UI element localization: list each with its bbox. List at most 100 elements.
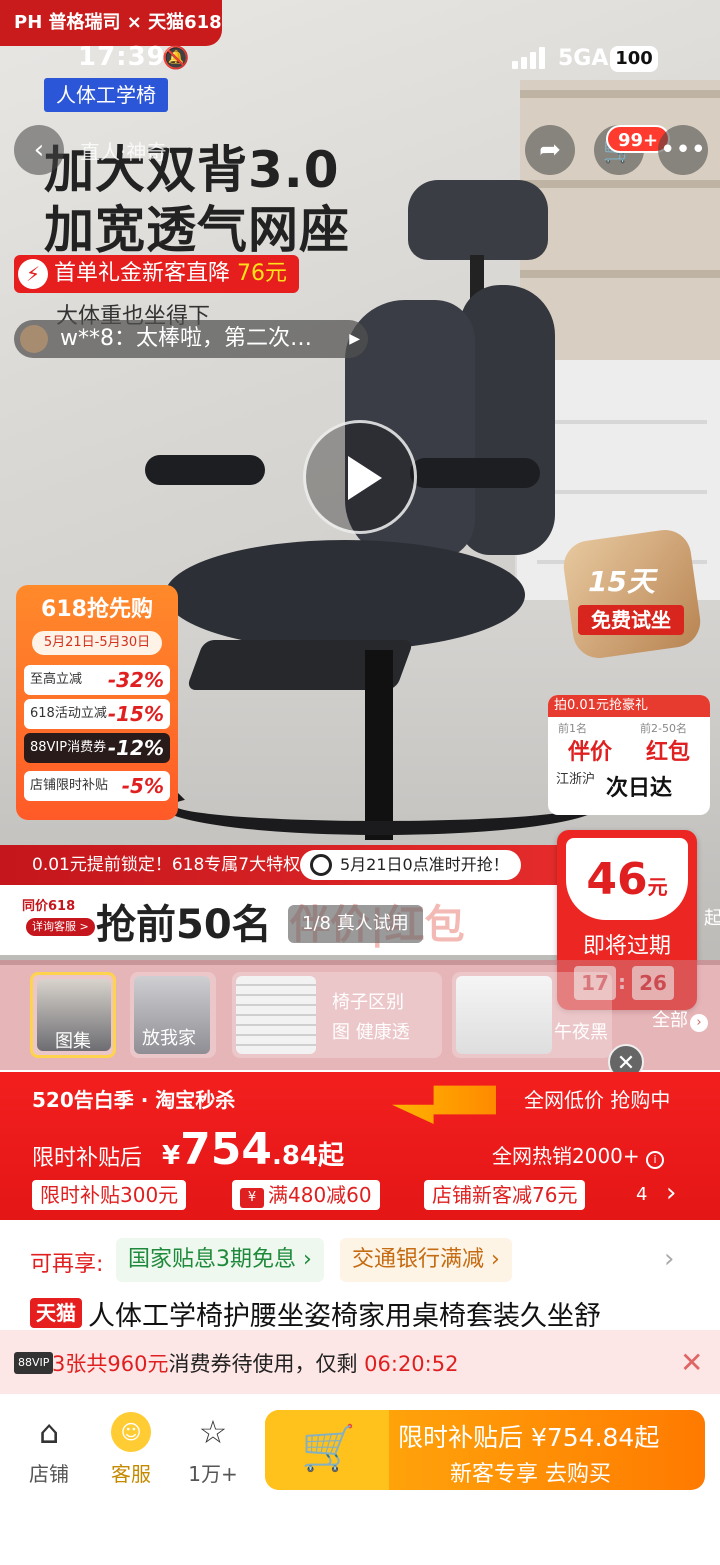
new-customer-promo[interactable]: ⚡ 首单礼金新客直降 76元 [14,255,300,293]
favorite-button[interactable]: ☆ 1万+ [178,1412,248,1487]
thumb-gallery[interactable]: 图集 [30,972,116,1058]
service-icon: ☺ [111,1412,151,1452]
nav-title-overlay: 直人·神奇 [80,140,167,164]
row-label: 店铺限时补贴 [30,778,109,793]
view-all-label: 全部 [652,1010,688,1031]
promo-618-panel: 618抢先购 5月21日-5月30日 -32% 至高立减 -15% 618活动立减 … [16,585,178,820]
bank-benefit[interactable]: 交通银行满减 › [340,1238,512,1282]
more-icon: ••• [659,135,706,165]
vip-badge: 88VIP [14,1352,54,1374]
chevron-right-icon[interactable]: › [666,1178,676,1208]
share-icon: ➦ [539,135,561,165]
cart-plus-icon: 🛒 [301,1423,356,1474]
chair-base [160,775,600,835]
thumb-image [456,976,552,1054]
coupon-expiring-label: 即将过期 [582,934,671,959]
review-text: w**8：太棒啦，第二次… [60,326,312,351]
promo-618-row: -12% 88VIP消费券 [24,733,170,763]
share-button[interactable]: ➦ [525,125,575,175]
price-currency: ¥ [162,1141,181,1171]
benefits-label: 可再享: [30,1252,104,1277]
close-notice-button[interactable]: ✕ [680,1346,703,1379]
subsidy-chip[interactable]: 限时补贴300元 [32,1180,187,1210]
image-counter: 1/8 真人试用 [288,905,423,943]
store-button[interactable]: ⌂ 店铺 [14,1412,84,1487]
more-chips-count: 4 [636,1184,648,1205]
star-icon: ☆ [198,1413,228,1451]
thumb-label: 椅子区别 [332,992,404,1013]
promo-618-title: 618抢先购 [41,597,153,622]
customer-service-button[interactable]: ☺ 客服 [96,1412,166,1487]
notice-countdown: 06:20:52 [364,1352,459,1376]
lightning-icon: ⚡ [18,259,48,289]
chair-seat [165,540,525,650]
price-value: ¥754.84起 [162,1124,344,1175]
row-value: -32% [107,668,164,692]
coupon-face: 46元 [566,838,688,920]
low-price-note: 全网低价 抢购中 [524,1088,671,1112]
hero-big-text: 抢前50名 [96,902,272,948]
mute-icon: 🔕 [162,46,190,71]
notice-count: 3张共960元 [52,1352,169,1376]
product-page: { "status_bar": {"time": "17:39", "netwo… [0,0,720,1565]
price-integer: 754 [180,1124,272,1175]
trial-label: 免费试坐 [578,605,684,635]
clock-icon [310,854,332,876]
category-tag: 人体工学椅 [44,78,168,112]
play-video-button[interactable] [303,420,417,534]
thumb-image [236,976,316,1054]
review-ticker[interactable]: w**8：太棒啦，第二次… ▶ [14,320,368,358]
thumb-comparison[interactable]: 椅子区别图 健康透 [232,972,442,1058]
shipping-region: 江浙沪 [556,772,596,787]
battery-icon: 100 [610,46,658,72]
notice-body: 消费券待使用，仅剩 [168,1352,358,1376]
coupon-icon: ¥ [240,1188,264,1208]
store-icon: ⌂ [38,1413,60,1451]
thumb-label: 放我家 [142,1028,196,1049]
chair-arm-right [410,458,540,488]
store-label: 店铺 [29,1462,69,1486]
promo-618-date: 5月21日-5月30日 [32,631,162,655]
brand-strip: PH 普格瑞司 × 天猫618 [0,0,222,46]
chevron-right-icon[interactable]: › [664,1244,674,1274]
event-label: 520告白季 · 淘宝秒杀 [32,1088,236,1112]
coupon-unit: 元 [647,875,668,899]
row-value: -5% [121,774,164,798]
buy-cta-line: 新客专享 去购买 [450,1462,611,1487]
more-button[interactable]: ••• [658,125,708,175]
chair-arm-left [145,455,265,485]
discount-chip[interactable]: ¥ 满480减60 [232,1180,380,1210]
promo-618-row: -5% 店铺限时补贴 [24,771,170,801]
network-label: 5GA [558,46,609,71]
back-button[interactable]: ‹ [14,125,64,175]
gift-value-b: 红包 [646,740,691,765]
price-label: 限时补贴后 [32,1146,143,1171]
thumb-label: 午夜黑 [554,1022,608,1043]
promo-amount: 76元 [237,261,288,286]
sales-count[interactable]: 全网热销2000+ i [492,1140,665,1169]
buy-price-line: 限时补贴后 ¥754.84起 [398,1423,660,1452]
gift-panel-header: 拍0.01元抢豪礼 [548,695,710,717]
price-decimal: .84 [271,1141,319,1171]
edge-yen: ¥ [508,904,521,928]
new-customer-chip[interactable]: 店铺新客减76元 [424,1180,586,1210]
trial-days: 15天 [588,565,655,598]
notice-text: 3张共960元消费券待使用，仅剩 06:20:52 [52,1348,458,1378]
hero-headline-2: 加宽透气网座 [44,201,350,259]
gift-value-a: 伴价 [568,740,613,765]
chevron-right-icon: ▶ [349,331,360,347]
thumb-ar-view[interactable]: 放我家 [130,972,216,1058]
promo-text: 首单礼金新客直降 [54,261,231,286]
service-label: 客服 [111,1462,151,1486]
close-icon: ✕ [680,1346,704,1379]
row-value: -12% [107,736,164,760]
promo-618-row: -32% 至高立减 [24,665,170,695]
installment-benefit[interactable]: 国家贴息3期免息 › [116,1238,324,1282]
sale-start-text: 5月21日0点准时开抢！ [340,855,509,874]
add-to-cart-button[interactable]: 🛒 [265,1410,389,1490]
thumb-color-option[interactable]: 午夜黑 [452,972,612,1058]
view-all-button[interactable]: 全部 › [652,1006,708,1032]
info-icon: i [646,1151,665,1169]
shipping-speed: 次日达 [606,776,673,801]
price-suffix: 起 [318,1141,345,1171]
